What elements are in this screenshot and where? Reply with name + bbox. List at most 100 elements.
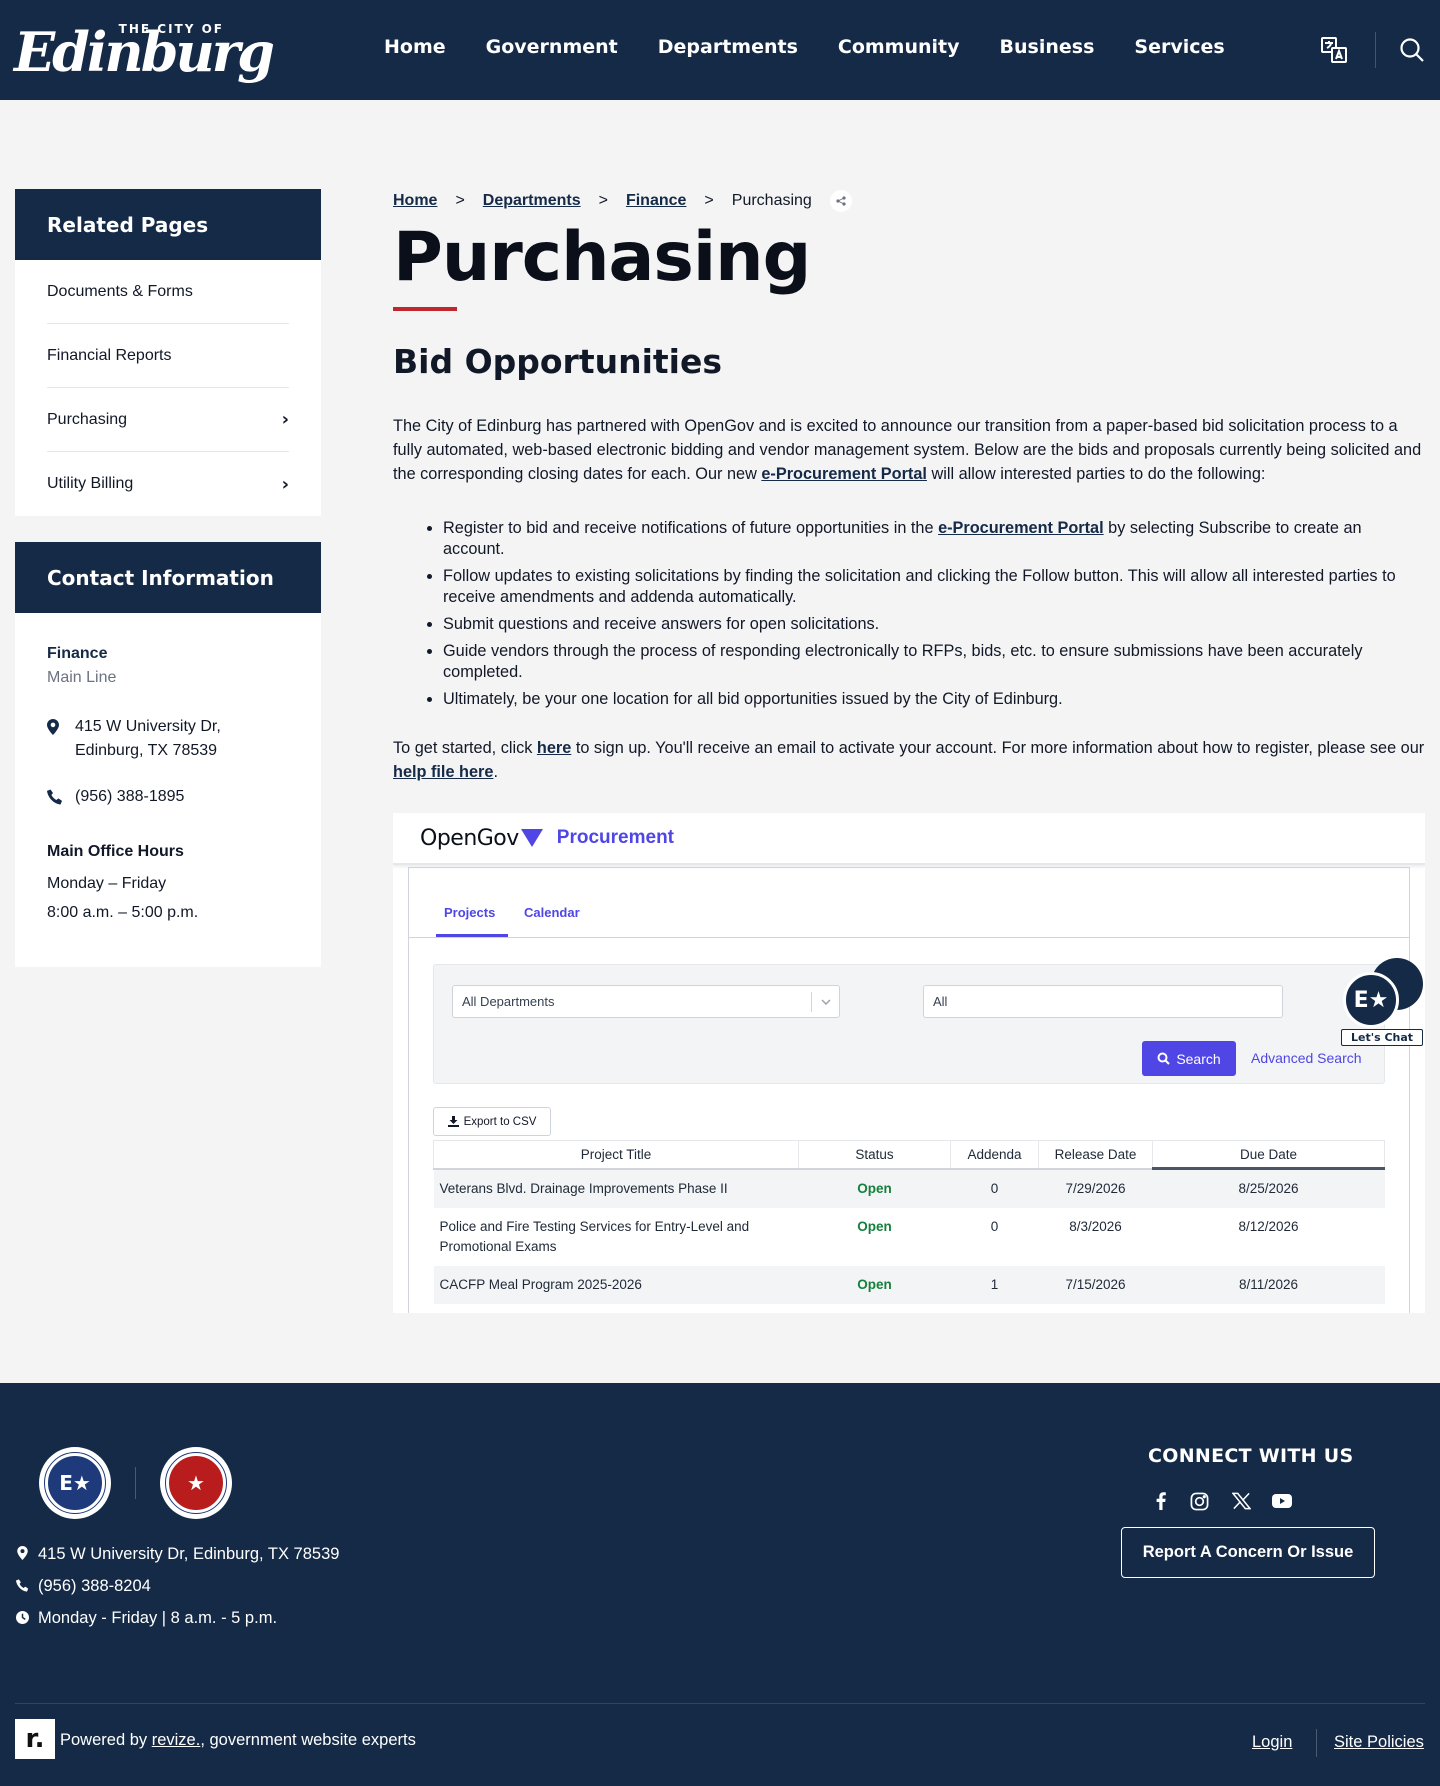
search-button[interactable]: Search (1142, 1041, 1236, 1076)
main-nav: Home Government Departments Community Bu… (384, 36, 1225, 58)
city-logo[interactable]: THE CITY OF Edinburg (14, 18, 275, 84)
sidebar-item-documents-forms[interactable]: Documents & Forms (47, 260, 289, 324)
nav-community[interactable]: Community (838, 36, 960, 58)
column-header-due-date[interactable]: Due Date (1152, 1140, 1385, 1170)
release-date: 7/29/2026 (1038, 1168, 1153, 1208)
e-procurement-link[interactable]: e-Procurement Portal (938, 519, 1104, 537)
start-text: . (493, 763, 498, 781)
department-select[interactable]: All Departments (452, 985, 840, 1018)
x-twitter-icon[interactable] (1229, 1489, 1253, 1513)
export-csv-label: Export to CSV (463, 1115, 537, 1128)
opengov-procurement-widget: OpenGov Procurement Projects Calendar Al… (393, 813, 1425, 1313)
anniversary-seal-logo: ★ (160, 1447, 232, 1519)
breadcrumb-finance[interactable]: Finance (626, 192, 686, 210)
login-link[interactable]: Login (1252, 1733, 1292, 1752)
nav-home[interactable]: Home (384, 36, 446, 58)
opengov-portal: Projects Calendar All Departments All Se… (408, 867, 1423, 1313)
powered-by-text: , government website experts (200, 1731, 416, 1749)
revize-logo[interactable]: r. (15, 1719, 55, 1759)
addenda-count: 0 (990, 1219, 999, 1234)
column-header-addenda[interactable]: Addenda (950, 1140, 1039, 1170)
section-heading: Bid Opportunities (393, 342, 723, 381)
contact-phone[interactable]: (956) 388-1895 (75, 785, 184, 809)
project-title[interactable]: CACFP Meal Program 2025-2026 (433, 1266, 799, 1304)
list-item: Register to bid and receive notification… (443, 518, 1425, 560)
chevron-right-icon[interactable]: › (282, 474, 289, 495)
page-title: Purchasing (393, 218, 811, 297)
list-item: Follow updates to existing solicitations… (443, 566, 1425, 608)
status-badge: Open (857, 1219, 892, 1234)
translate-icon[interactable] (1318, 34, 1350, 66)
phone-icon (15, 1578, 29, 1595)
search-icon[interactable] (1396, 34, 1428, 66)
project-title[interactable]: Police and Fire Testing Services for Ent… (434, 1208, 799, 1266)
footer-hours-text: Monday - Friday | 8 a.m. - 5 p.m. (38, 1609, 278, 1627)
sidebar-item-label: Documents & Forms (47, 282, 193, 300)
column-header-status[interactable]: Status (798, 1140, 951, 1170)
footer-phone[interactable]: (956) 388-8204 (15, 1577, 151, 1596)
report-concern-button[interactable]: Report A Concern Or Issue (1121, 1527, 1375, 1578)
contact-info-title: Contact Information (15, 542, 321, 613)
column-header-title[interactable]: Project Title (433, 1140, 799, 1170)
sidebar-item-label: Purchasing (47, 410, 128, 428)
site-header: THE CITY OF Edinburg Home Government Dep… (0, 0, 1440, 100)
due-date: 8/12/2026 (1238, 1219, 1299, 1234)
youtube-icon[interactable] (1270, 1489, 1294, 1513)
signup-here-link[interactable]: here (537, 739, 571, 757)
facebook-icon[interactable] (1149, 1489, 1173, 1513)
export-csv-button[interactable]: Export to CSV (433, 1107, 551, 1136)
nav-government[interactable]: Government (486, 36, 618, 58)
due-date: 8/25/2026 (1152, 1168, 1385, 1208)
site-policies-link[interactable]: Site Policies (1334, 1733, 1424, 1752)
instagram-icon[interactable] (1187, 1489, 1211, 1513)
contact-department: Finance (47, 645, 108, 662)
map-pin-icon (15, 1546, 29, 1563)
chat-widget[interactable]: E★ Let's Chat (1341, 958, 1425, 1046)
breadcrumb-separator: > (455, 192, 465, 209)
addenda-count: 0 (950, 1168, 1039, 1208)
help-file-link[interactable]: help file here (393, 763, 493, 781)
chat-label: Let's Chat (1341, 1029, 1423, 1046)
table-row[interactable]: Police and Fire Testing Services for Ent… (434, 1208, 1385, 1266)
powered-by-text: Powered by (60, 1731, 152, 1749)
sidebar-item-utility-billing[interactable]: Utility Billing › (47, 452, 289, 516)
e-procurement-link[interactable]: e-Procurement Portal (761, 465, 927, 483)
list-item: Ultimately, be your one location for all… (443, 689, 1425, 710)
sidebar-item-label: Financial Reports (47, 346, 172, 364)
table-header-row: Project Title Status Addenda Release Dat… (433, 1140, 1385, 1170)
clock-icon (15, 1610, 29, 1627)
intro-text: will allow interested parties to do the … (926, 465, 1266, 483)
opengov-brand-text: OpenGov (420, 825, 519, 851)
list-text: Register to bid and receive notification… (443, 519, 939, 537)
chevron-right-icon[interactable]: › (282, 409, 289, 430)
project-title[interactable]: Veterans Blvd. Drainage Improvements Pha… (433, 1168, 799, 1208)
tab-calendar[interactable]: Calendar (524, 905, 580, 920)
filter-panel: All Departments All Search Advanced Sear… (433, 964, 1385, 1084)
footer-address: 415 W University Dr, Edinburg, TX 78539 (15, 1545, 339, 1564)
sidebar-item-purchasing[interactable]: Purchasing › (47, 388, 289, 452)
breadcrumb-departments[interactable]: Departments (483, 192, 581, 210)
table-row[interactable]: Veterans Blvd. Drainage Improvements Pha… (433, 1168, 1385, 1208)
addenda-count: 1 (950, 1266, 1039, 1304)
tab-projects[interactable]: Projects (444, 905, 495, 920)
opengov-logo-mark (520, 828, 543, 847)
nav-business[interactable]: Business (1000, 36, 1095, 58)
map-pin-icon (47, 719, 61, 743)
column-header-release-date[interactable]: Release Date (1038, 1140, 1153, 1170)
revize-link[interactable]: revize. (152, 1731, 201, 1749)
chevron-down-icon[interactable] (811, 992, 839, 1012)
anniversary-seal-mark: ★ (165, 1452, 227, 1514)
advanced-search-link[interactable]: Advanced Search (1251, 1050, 1362, 1066)
breadcrumb-home[interactable]: Home (393, 192, 437, 210)
share-icon[interactable] (829, 190, 852, 212)
footer-divider (15, 1703, 1425, 1704)
nav-services[interactable]: Services (1134, 36, 1224, 58)
contact-line-label: Main Line (47, 669, 117, 686)
status-select[interactable]: All (923, 985, 1283, 1018)
release-date: 8/3/2026 (1069, 1219, 1122, 1234)
status-badge: Open (798, 1266, 951, 1304)
sidebar-item-financial-reports[interactable]: Financial Reports (47, 324, 289, 388)
table-row[interactable]: CACFP Meal Program 2025-2026 Open 1 7/15… (433, 1266, 1385, 1304)
nav-departments[interactable]: Departments (658, 36, 798, 58)
office-hours: Monday – Friday 8:00 a.m. – 5:00 p.m. (47, 869, 289, 927)
